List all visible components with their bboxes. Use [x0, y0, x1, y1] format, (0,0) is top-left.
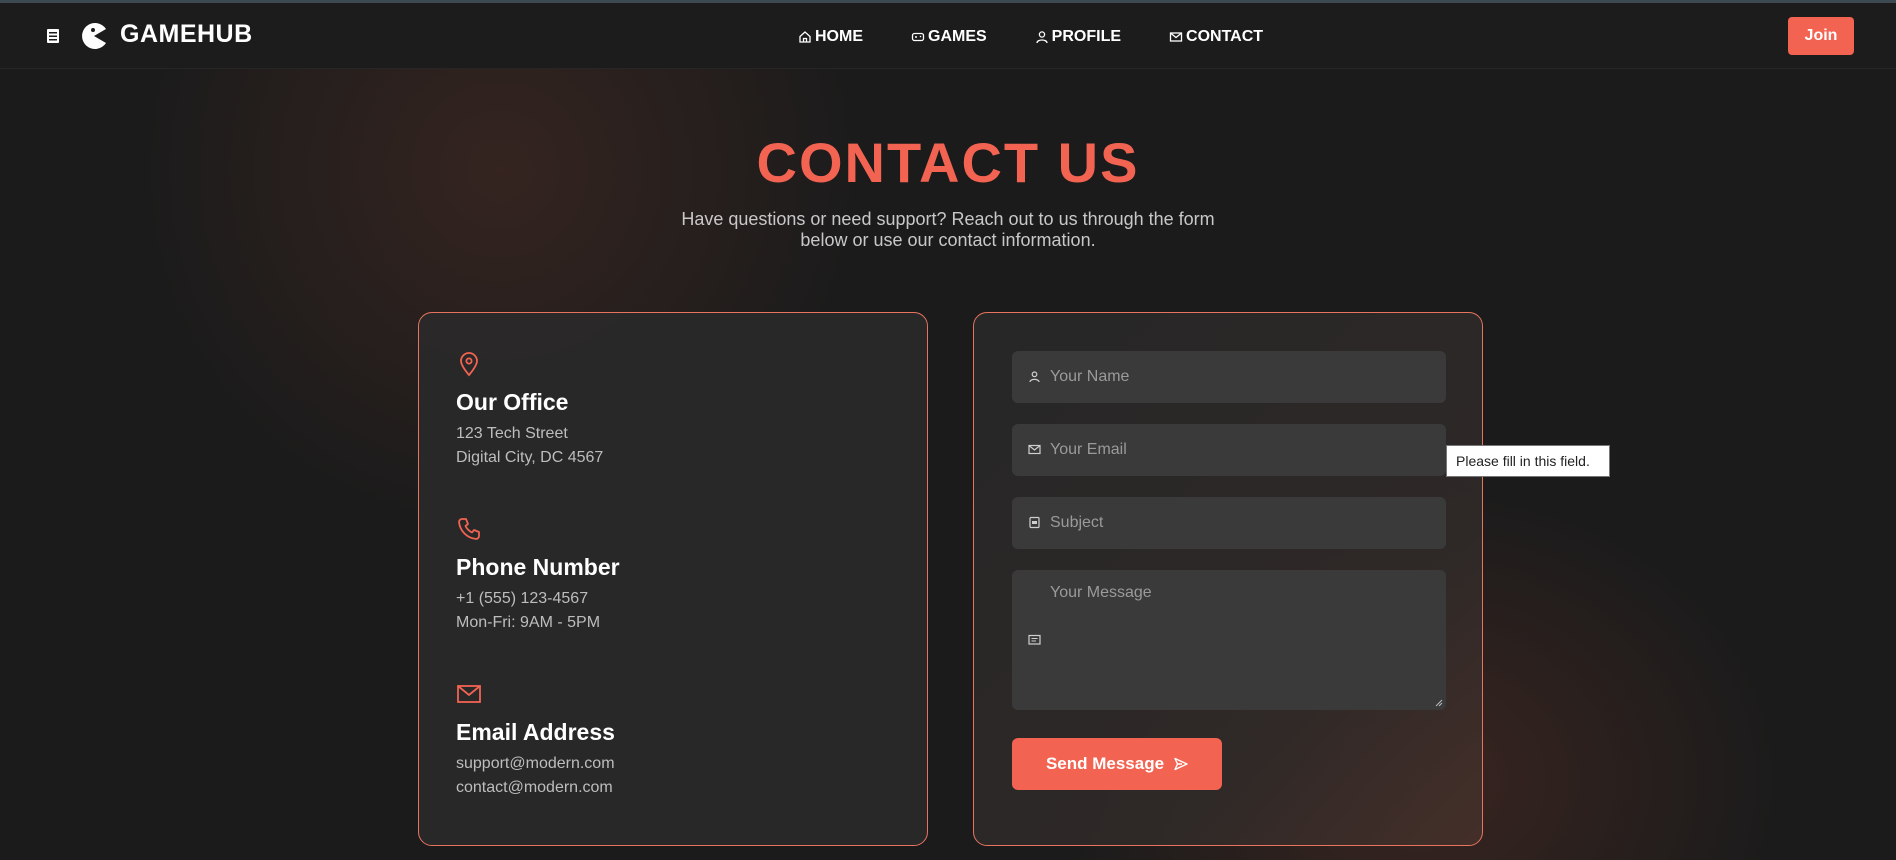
nav-home-label: HOME: [815, 28, 863, 45]
user-icon: [1029, 371, 1040, 383]
home-icon: [799, 31, 811, 43]
user-icon: [1036, 31, 1048, 44]
subject-field: [1012, 497, 1446, 549]
mail-icon: [1169, 32, 1183, 42]
page-subtitle: Have questions or need support? Reach ou…: [681, 209, 1215, 250]
pacman-logo-icon[interactable]: [80, 22, 108, 50]
browser-top-line: [0, 0, 1896, 3]
subject-input[interactable]: [1050, 497, 1436, 549]
page-title: CONTACT US: [756, 131, 1140, 194]
send-icon: [1174, 757, 1188, 771]
message-input[interactable]: [1050, 584, 1436, 694]
nav-home[interactable]: HOME: [798, 28, 863, 46]
contact-page: CONTACT US Have questions or need suppor…: [0, 0, 1896, 860]
message-field: [1012, 570, 1446, 710]
resize-handle-icon[interactable]: [1435, 699, 1443, 707]
office-info: Our Office 123 Tech Street Digital City,…: [456, 351, 603, 470]
name-field: [1012, 351, 1446, 403]
map-pin-icon: [460, 352, 478, 377]
name-input[interactable]: [1050, 351, 1436, 403]
join-button[interactable]: Join: [1788, 17, 1854, 55]
email-title: Email Address: [456, 719, 615, 745]
nav-contact[interactable]: CONTACT: [1169, 28, 1263, 46]
phone-info: Phone Number +1 (555) 123-4567 Mon-Fri: …: [456, 516, 620, 635]
office-address-line-1: 123 Tech Street: [456, 425, 568, 442]
phone-number: +1 (555) 123-4567: [456, 590, 589, 607]
phone-icon: [458, 518, 480, 540]
message-icon: [1028, 634, 1041, 645]
phone-title: Phone Number: [456, 554, 620, 580]
email-input[interactable]: [1050, 424, 1436, 476]
main-nav: HOME GAMES PROFILE CONTACT: [798, 28, 1311, 46]
menu-icon[interactable]: [46, 28, 60, 44]
gamepad-icon: [911, 32, 925, 42]
tag-icon: [1029, 516, 1040, 529]
nav-games[interactable]: GAMES: [911, 28, 987, 46]
nav-contact-label: CONTACT: [1186, 28, 1264, 45]
contact-info-card: Our Office 123 Tech Street Digital City,…: [418, 312, 928, 846]
send-message-button[interactable]: Send Message: [1012, 738, 1222, 790]
contact-email: contact@modern.com: [456, 779, 613, 796]
send-message-label: Send Message: [1045, 754, 1165, 773]
email-field: [1012, 424, 1446, 476]
support-email: support@modern.com: [456, 755, 615, 772]
nav-profile-label: PROFILE: [1051, 28, 1122, 45]
office-address-line-2: Digital City, DC 4567: [456, 449, 604, 466]
email-info: Email Address support@modern.com contact…: [456, 681, 615, 800]
nav-games-label: GAMES: [928, 28, 987, 45]
office-title: Our Office: [456, 389, 569, 415]
contact-form-card: Send Message: [973, 312, 1483, 846]
nav-profile[interactable]: PROFILE: [1035, 28, 1121, 46]
brand-name[interactable]: GAMEHUB: [120, 20, 253, 49]
navbar: GAMEHUB HOME GAMES PROFILE CONTACT Join: [0, 3, 1896, 69]
phone-hours: Mon-Fri: 9AM - 5PM: [456, 614, 601, 631]
envelope-icon: [457, 685, 481, 703]
validation-tooltip: Please fill in this field.: [1446, 445, 1610, 477]
mail-icon: [1028, 444, 1041, 455]
